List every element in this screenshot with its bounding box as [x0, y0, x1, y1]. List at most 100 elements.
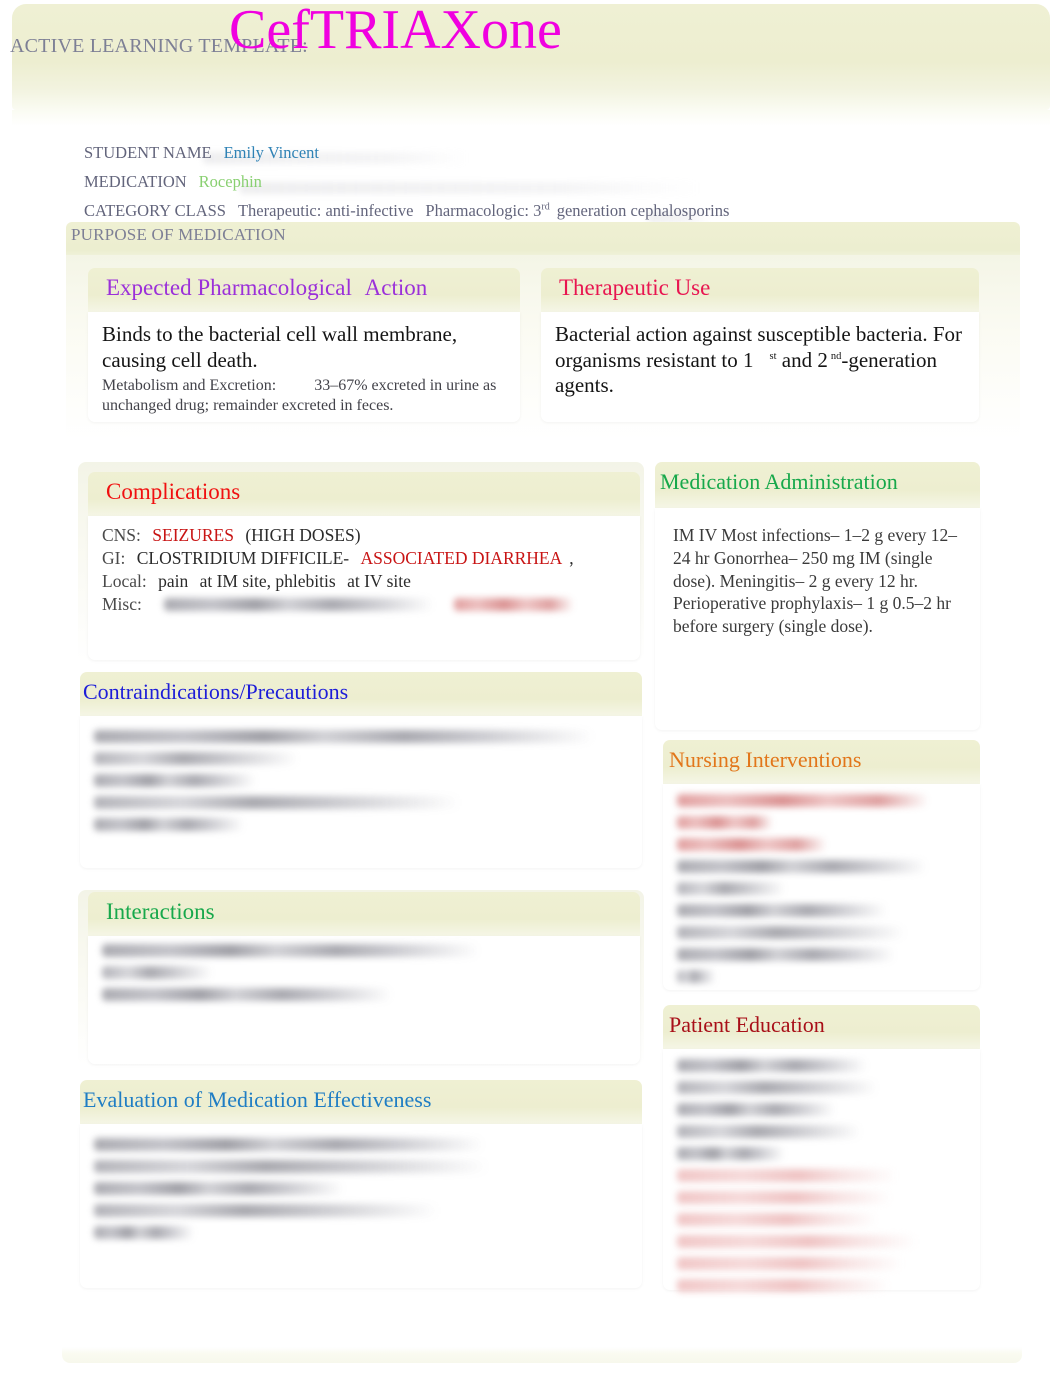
card-header-patient-education: Patient Education [663, 1005, 980, 1049]
student-name-row: STUDENT NAME Emily Vincent [84, 143, 319, 163]
card-header-nursing-interventions: Nursing Interventions [663, 740, 980, 784]
card-body-nursing-interventions [663, 784, 980, 990]
card-body-evaluation [80, 1124, 642, 1288]
card-title-contraindications: Contraindications/Precautions [83, 679, 349, 704]
card-title-medication-administration: Medication Administration [660, 469, 898, 494]
ordinal-suffix-st: st [769, 350, 777, 362]
category-therapeutic-value[interactable]: Therapeutic: anti-infective [238, 201, 413, 220]
card-body-interactions [88, 936, 640, 1064]
card-title-complications: Complications [106, 479, 241, 504]
card-header-therapeutic-use: Therapeutic Use [541, 268, 979, 312]
page-bottom-band [62, 1347, 1022, 1363]
card-interactions: Interactions [88, 892, 640, 1064]
misc-label: Misc: [102, 594, 142, 615]
category-pharmacologic-tail: generation cephalosporins [556, 201, 730, 220]
gi-plain: CLOSTRIDIUM DIFFICILE- [136, 548, 350, 569]
card-body-contraindications [80, 716, 642, 868]
misc-redacted-content [164, 598, 574, 612]
redacted-line [677, 794, 929, 807]
redacted-line [677, 816, 773, 829]
gi-tail: , [569, 548, 574, 569]
card-therapeutic-use: Therapeutic Use Bacterial action against… [541, 268, 979, 422]
ordinal-suffix-nd: nd [830, 350, 842, 362]
ordinal-suffix-rd: rd [541, 201, 550, 213]
expected-action-sub: Metabolism and Excretion: 33–67% excrete… [102, 376, 506, 416]
complication-row-gi: GI: CLOSTRIDIUM DIFFICILE- ASSOCIATED DI… [102, 547, 626, 570]
redacted-line [94, 818, 244, 831]
card-header-interactions: Interactions [88, 892, 640, 936]
medication-label: MEDICATION [84, 172, 187, 191]
redacted-line [677, 1147, 785, 1160]
redacted-line [94, 1204, 469, 1217]
redacted-line [677, 1213, 877, 1226]
cns-label: CNS: [102, 525, 141, 545]
expected-action-lead: Binds to the bacterial cell wall membran… [102, 322, 458, 372]
redacted-line [677, 1103, 835, 1116]
card-body-expected-action: Binds to the bacterial cell wall membran… [88, 312, 520, 422]
card-complications: Complications CNS: SEIZURES (HIGH DOSES)… [88, 472, 640, 660]
redacted-line [677, 1059, 867, 1072]
card-header-expected-action: Expected Pharmacological Action [88, 268, 520, 312]
local-iv-site: at IV site [347, 571, 411, 592]
complication-row-misc: Misc: [102, 593, 626, 615]
card-title-expected-action: Expected Pharmacological Action [106, 275, 427, 301]
redacted-line [677, 970, 719, 983]
student-name-label: STUDENT NAME [84, 143, 212, 162]
redacted-line [102, 966, 222, 979]
redacted-line [94, 1138, 484, 1151]
card-title-interactions: Interactions [106, 899, 215, 924]
card-body-medication-administration: IM IV Most infections– 1–2 g every 12–24… [655, 508, 980, 730]
card-header-complications: Complications [88, 472, 640, 516]
complication-row-cns: CNS: SEIZURES (HIGH DOSES) [102, 524, 626, 547]
redacted-line [677, 860, 927, 873]
card-title-patient-education: Patient Education [669, 1012, 825, 1037]
redacted-line [677, 1257, 903, 1270]
local-mid: , phlebitis [266, 571, 336, 592]
category-class-label: CATEGORY CLASS [84, 201, 226, 220]
metabolism-excretion-label: Metabolism and Excretion: [102, 377, 277, 395]
gi-label: GI: [102, 548, 126, 569]
therapeutic-use-text-b: and 2 [781, 347, 828, 372]
redacted-line [677, 1169, 897, 1182]
card-medication-administration: Medication Administration IM IV Most inf… [655, 462, 980, 730]
redacted-line [102, 988, 392, 1001]
student-name-value[interactable]: Emily Vincent [224, 143, 319, 162]
card-nursing-interventions: Nursing Interventions [663, 740, 980, 990]
card-header-contraindications: Contraindications/Precautions [80, 672, 642, 716]
cns-tail: (HIGH DOSES) [245, 525, 361, 545]
redacted-line [94, 1226, 194, 1239]
card-body-patient-education [663, 1049, 980, 1292]
redacted-line [677, 948, 895, 961]
redacted-line [677, 1125, 877, 1138]
redacted-line [94, 752, 316, 765]
redacted-line [677, 1081, 895, 1094]
gi-highlight: ASSOCIATED DIARRHEA [360, 548, 563, 569]
redacted-line [677, 1191, 891, 1204]
redacted-line [94, 1182, 344, 1195]
medication-value[interactable]: Rocephin [199, 172, 262, 191]
card-title-evaluation: Evaluation of Medication Effectiveness [83, 1087, 432, 1112]
card-contraindications-precautions: Contraindications/Precautions [80, 672, 642, 868]
expected-action-title-part2: Action [364, 275, 428, 300]
redacted-line [677, 882, 795, 895]
redacted-line [94, 730, 594, 743]
category-pharmacologic-value[interactable]: Pharmacologic: 3 [425, 201, 541, 220]
expected-action-title-part1: Expected Pharmacological [106, 275, 352, 300]
local-label: Local: [102, 571, 147, 592]
redacted-line [94, 1160, 522, 1173]
category-class-row: CATEGORY CLASS Therapeutic: anti-infectiv… [84, 201, 729, 221]
redacted-line [94, 796, 492, 809]
card-expected-pharmacological-action: Expected Pharmacological Action Binds to… [88, 268, 520, 422]
card-patient-education: Patient Education [663, 1005, 980, 1292]
therapeutic-use-text: Bacterial action against susceptible bac… [555, 322, 965, 399]
local-plain: pain [158, 571, 189, 592]
redacted-line [102, 944, 480, 957]
redacted-line [677, 838, 827, 851]
redacted-line [677, 1235, 917, 1248]
card-body-therapeutic-use: Bacterial action against susceptible bac… [541, 312, 979, 422]
medication-row: MEDICATION Rocephin [84, 172, 262, 192]
redacted-line [677, 904, 887, 917]
card-body-complications: CNS: SEIZURES (HIGH DOSES) GI: CLOSTRIDI… [88, 516, 640, 660]
redacted-line [677, 926, 925, 939]
redacted-line [677, 1279, 889, 1292]
